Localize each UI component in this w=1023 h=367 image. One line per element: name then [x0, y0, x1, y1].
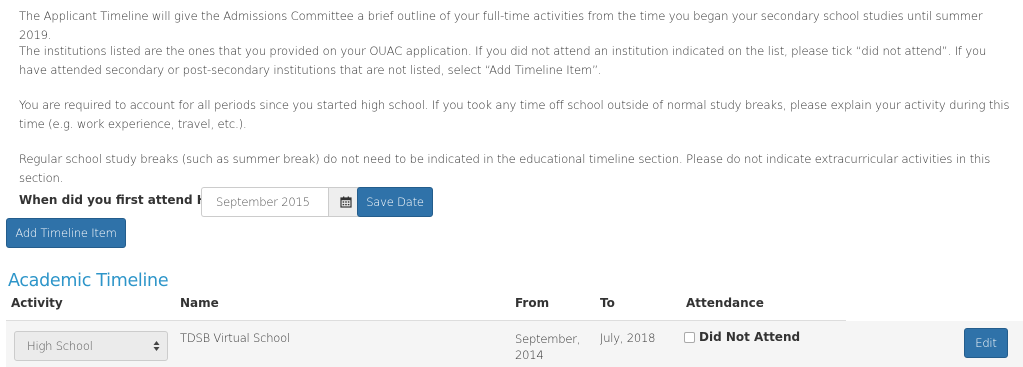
academic-timeline-title: Academic Timeline	[8, 271, 169, 291]
hs-start-label: When did you first attend HS:	[19, 193, 221, 207]
edit-button[interactable]: Edit	[964, 328, 1008, 358]
activity-select[interactable]: High School	[14, 331, 168, 361]
intro-paragraph-4: Regular school study breaks (such as sum…	[19, 152, 991, 185]
hs-start-date-input[interactable]	[201, 187, 328, 217]
activity-select-value: High School	[27, 339, 93, 353]
table-row: High School TDSB Virtual School Septembe…	[6, 321, 1023, 367]
column-header-activity: Activity	[11, 296, 63, 310]
select-arrows-icon	[153, 341, 160, 351]
save-date-button[interactable]: Save Date	[357, 187, 433, 217]
column-header-from: From	[515, 296, 550, 310]
did-not-attend-toggle[interactable]: Did Not Attend	[684, 330, 800, 344]
intro-paragraph-1: The Applicant Timeline will give the Adm…	[19, 9, 983, 42]
did-not-attend-label: Did Not Attend	[699, 330, 801, 344]
institution-name: TDSB Virtual School	[180, 331, 290, 345]
intro-paragraph-2: The institutions listed are the ones tha…	[19, 44, 987, 77]
column-header-name: Name	[180, 296, 219, 310]
add-timeline-item-button[interactable]: Add Timeline Item	[6, 218, 126, 248]
hs-start-date-picker	[201, 187, 364, 217]
column-header-attendance: Attendance	[686, 296, 764, 310]
to-date: July, 2018	[600, 331, 656, 345]
applicant-timeline-page: The Applicant Timeline will give the Adm…	[0, 0, 1023, 367]
did-not-attend-checkbox[interactable]	[684, 331, 695, 343]
intro-paragraph-3: You are required to account for all peri…	[19, 98, 1010, 131]
column-header-to: To	[600, 296, 615, 310]
from-date: September, 2014	[515, 332, 581, 362]
